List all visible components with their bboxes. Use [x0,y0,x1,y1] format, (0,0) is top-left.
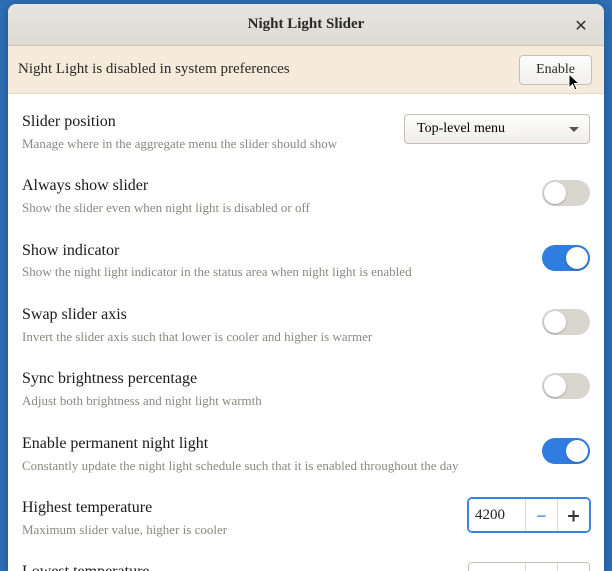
always-show-toggle[interactable] [542,180,590,206]
highest-temp-plus-button[interactable]: + [557,499,589,531]
lowest-temp-input[interactable] [469,563,525,571]
permanent-toggle[interactable] [542,438,590,464]
minus-icon: − [536,502,546,528]
dropdown-value: Top-level menu [417,121,505,137]
row-swap-axis: Swap slider axis Invert the slider axis … [22,295,590,359]
row-desc: Adjust both brightness and night light w… [22,392,526,410]
highest-temp-spin: − + [468,498,590,532]
plus-icon: + [567,502,579,528]
row-desc: Constantly update the night light schedu… [22,457,526,475]
row-title: Enable permanent night light [22,434,526,455]
row-title: Always show slider [22,176,526,197]
notice-bar: Night Light is disabled in system prefer… [8,46,604,94]
row-title: Sync brightness percentage [22,369,526,390]
slider-position-dropdown[interactable]: Top-level menu [404,114,590,144]
notice-text: Night Light is disabled in system prefer… [18,61,290,78]
row-slider-position: Slider position Manage where in the aggr… [22,102,590,166]
sync-brightness-toggle[interactable] [542,373,590,399]
row-highest-temp: Highest temperature Maximum slider value… [22,488,590,552]
lowest-temp-spin: − + [468,562,590,571]
chevron-down-icon [569,127,579,132]
highest-temp-input[interactable] [469,499,525,531]
row-always-show: Always show slider Show the slider even … [22,166,590,230]
window-title: Night Light Slider [248,16,365,33]
row-desc: Show the night light indicator in the st… [22,263,526,281]
lowest-temp-minus-button[interactable]: − [525,563,557,571]
close-icon: ✕ [574,14,587,37]
show-indicator-toggle[interactable] [542,245,590,271]
row-desc: Invert the slider axis such that lower i… [22,328,526,346]
row-title: Show indicator [22,241,526,262]
row-desc: Manage where in the aggregate menu the s… [22,135,388,153]
row-sync-brightness: Sync brightness percentage Adjust both b… [22,359,590,423]
enable-button[interactable]: Enable [519,55,592,85]
close-button[interactable]: ✕ [568,12,594,38]
minus-icon: − [536,566,546,571]
row-permanent: Enable permanent night light Constantly … [22,424,590,488]
swap-axis-toggle[interactable] [542,309,590,335]
row-lowest-temp: Lowest temperature Minimum slider value,… [22,552,590,571]
row-desc: Maximum slider value, higher is cooler [22,521,452,539]
row-title: Swap slider axis [22,305,526,326]
lowest-temp-plus-button[interactable]: + [557,563,589,571]
content-area: Slider position Manage where in the aggr… [8,94,604,571]
titlebar: Night Light Slider ✕ [8,4,604,46]
row-desc: Show the slider even when night light is… [22,199,526,217]
row-show-indicator: Show indicator Show the night light indi… [22,231,590,295]
row-title: Slider position [22,112,388,133]
enable-button-label: Enable [536,62,575,77]
row-title: Lowest temperature [22,562,452,571]
highest-temp-minus-button[interactable]: − [525,499,557,531]
preferences-window: Night Light Slider ✕ Night Light is disa… [8,4,604,571]
plus-icon: + [567,566,579,571]
row-title: Highest temperature [22,498,452,519]
